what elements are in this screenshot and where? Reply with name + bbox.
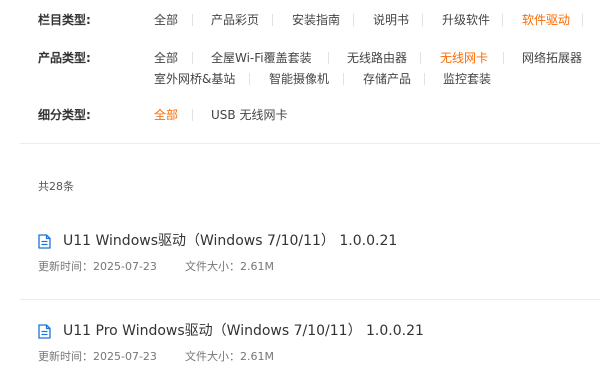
driver-meta: 更新时间：2025-07-23 文件大小：2.61M <box>38 350 600 364</box>
separator <box>192 109 193 121</box>
separator <box>192 14 193 26</box>
filter-sub-all[interactable]: 全部 <box>154 108 178 122</box>
separator <box>503 52 504 64</box>
filter-product-mesh-kit[interactable]: 全屋Wi-Fi覆盖套装 <box>211 51 312 65</box>
separator <box>422 14 423 26</box>
separator <box>420 52 421 64</box>
filter-product-label: 产品类型: <box>38 51 91 65</box>
separator <box>353 14 354 26</box>
separator <box>249 73 250 85</box>
filter-sub-type: 细分类型: 全部 USB 无线网卡 <box>38 108 600 128</box>
separator <box>502 14 503 26</box>
filter-product-type: 产品类型: 全部 全屋Wi-Fi覆盖套装 无线路由器 无线网卡 网络拓展器 室外… <box>38 51 600 91</box>
filter-column-label: 栏目类型: <box>38 13 91 27</box>
result-count: 共28条 <box>38 180 74 193</box>
driver-meta: 更新时间：2025-07-23 文件大小：2.61M <box>38 260 600 274</box>
driver-title-link[interactable]: U11 Windows驱动（Windows 7/10/11） 1.0.0.21 <box>38 232 600 250</box>
document-icon <box>38 233 51 249</box>
separator <box>424 73 425 85</box>
driver-size: 文件大小：2.61M <box>185 260 274 273</box>
driver-item: U11 Pro Windows驱动（Windows 7/10/11） 1.0.0… <box>38 322 600 364</box>
filter-product-extender[interactable]: 网络拓展器 <box>522 51 582 65</box>
filter-divider <box>20 143 600 144</box>
filter-product-all[interactable]: 全部 <box>154 51 178 65</box>
document-icon <box>38 323 51 339</box>
driver-title: U11 Pro Windows驱动（Windows 7/10/11） 1.0.0… <box>63 323 424 339</box>
filter-column-firmware[interactable]: 升级软件 <box>442 13 490 27</box>
filter-column-manual[interactable]: 说明书 <box>373 13 409 27</box>
separator <box>192 52 193 64</box>
driver-updated: 更新时间：2025-07-23 <box>38 260 157 273</box>
separator <box>272 14 273 26</box>
separator <box>582 14 583 26</box>
separator <box>328 52 329 64</box>
filter-sub-label: 细分类型: <box>38 108 91 122</box>
filter-product-surveillance-kit[interactable]: 监控套装 <box>443 72 491 86</box>
filter-product-outdoor-bridge[interactable]: 室外网桥&基站 <box>154 72 235 86</box>
filter-column-type: 栏目类型: 全部 产品彩页 安装指南 说明书 升级软件 软件驱动 <box>38 13 600 33</box>
filter-product-router[interactable]: 无线路由器 <box>347 51 407 65</box>
driver-title: U11 Windows驱动（Windows 7/10/11） 1.0.0.21 <box>63 233 398 249</box>
download-page: 栏目类型: 全部 产品彩页 安装指南 说明书 升级软件 软件驱动 产品类型: 全… <box>0 0 600 387</box>
separator <box>343 73 344 85</box>
list-divider <box>20 299 600 300</box>
filter-column-all[interactable]: 全部 <box>154 13 178 27</box>
driver-size: 文件大小：2.61M <box>185 350 274 363</box>
driver-item: U11 Windows驱动（Windows 7/10/11） 1.0.0.21 … <box>38 232 600 274</box>
filter-product-wireless-adapter[interactable]: 无线网卡 <box>440 51 488 65</box>
filter-column-brochure[interactable]: 产品彩页 <box>211 13 259 27</box>
filter-product-camera[interactable]: 智能摄像机 <box>269 72 329 86</box>
filter-column-install-guide[interactable]: 安装指南 <box>292 13 340 27</box>
driver-updated: 更新时间：2025-07-23 <box>38 350 157 363</box>
filter-sub-usb-adapter[interactable]: USB 无线网卡 <box>211 108 287 122</box>
filter-product-storage[interactable]: 存储产品 <box>363 72 411 86</box>
filter-column-driver[interactable]: 软件驱动 <box>522 13 570 27</box>
driver-title-link[interactable]: U11 Pro Windows驱动（Windows 7/10/11） 1.0.0… <box>38 322 600 340</box>
